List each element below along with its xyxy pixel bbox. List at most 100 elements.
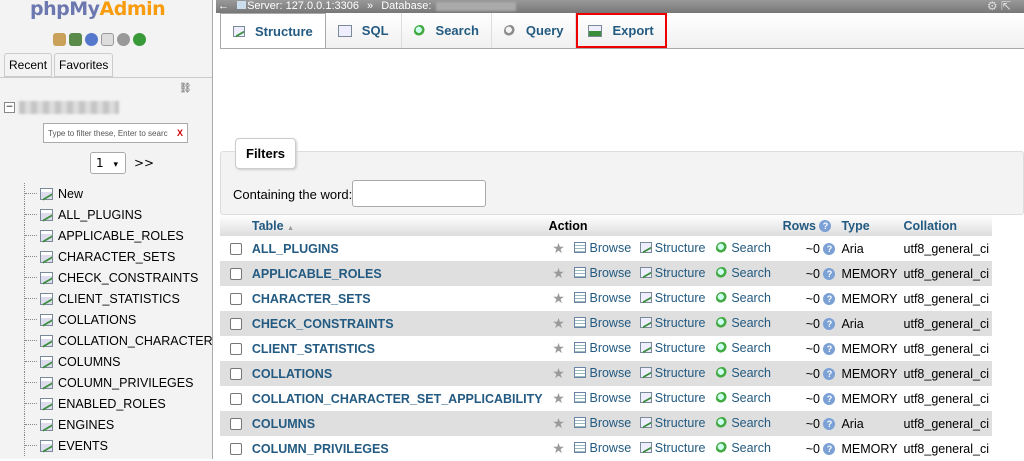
table-name-link[interactable]: CHARACTER_SETS: [252, 292, 371, 306]
tree-item[interactable]: CHARACTER_SETS: [0, 246, 212, 267]
help-icon[interactable]: ?: [823, 268, 836, 281]
star-icon[interactable]: ★: [552, 340, 565, 356]
settings-icon[interactable]: ⚙ ⇱: [987, 0, 1011, 13]
help-icon[interactable]: ?: [819, 220, 832, 233]
table-name-link[interactable]: COLUMN_PRIVILEGES: [252, 442, 389, 456]
table-name-link[interactable]: COLLATION_CHARACTER_SET_APPLICABILITY: [252, 392, 543, 406]
help-icon[interactable]: ?: [823, 293, 836, 306]
row-checkbox[interactable]: [230, 393, 242, 406]
browse-link[interactable]: Browse: [574, 366, 631, 380]
structure-link[interactable]: Structure: [639, 241, 705, 255]
row-checkbox[interactable]: [230, 368, 242, 381]
favorites-tab[interactable]: Favorites: [54, 53, 114, 77]
docs-icon[interactable]: [101, 33, 114, 46]
tree-item[interactable]: COLLATIONS: [0, 309, 212, 330]
row-checkbox[interactable]: [230, 243, 242, 256]
tree-item[interactable]: COLUMNS: [0, 351, 212, 372]
search-link[interactable]: Search: [716, 391, 771, 405]
tree-item[interactable]: ALL_PLUGINS: [0, 204, 212, 225]
header-table[interactable]: Table ▲: [248, 215, 546, 236]
browse-link[interactable]: Browse: [574, 316, 631, 330]
structure-link[interactable]: Structure: [639, 341, 705, 355]
server-link[interactable]: Server: 127.0.0.1:3306: [247, 0, 359, 12]
reload-icon[interactable]: [133, 33, 146, 46]
tab-search[interactable]: Search: [402, 13, 492, 48]
page-select[interactable]: 1 ▾: [90, 152, 126, 174]
tree-item[interactable]: New: [0, 183, 212, 204]
star-icon[interactable]: ★: [552, 440, 565, 456]
star-icon[interactable]: ★: [552, 290, 565, 306]
star-icon[interactable]: ★: [552, 240, 565, 256]
row-checkbox[interactable]: [230, 293, 242, 306]
table-name-link[interactable]: COLUMNS: [252, 417, 315, 431]
phpmyadmin-logo[interactable]: phpMyAdmin: [30, 0, 166, 20]
search-link[interactable]: Search: [716, 341, 771, 355]
help-icon[interactable]: ?: [823, 343, 836, 356]
back-arrow-icon[interactable]: ←: [218, 0, 229, 12]
tree-item[interactable]: APPLICABLE_ROLES: [0, 225, 212, 246]
table-name-link[interactable]: COLLATIONS: [252, 367, 332, 381]
help-icon[interactable]: [85, 33, 98, 46]
browse-link[interactable]: Browse: [574, 266, 631, 280]
tree-item[interactable]: ENGINES: [0, 414, 212, 435]
browse-link[interactable]: Browse: [574, 391, 631, 405]
row-checkbox[interactable]: [230, 318, 242, 331]
star-icon[interactable]: ★: [552, 365, 565, 381]
clear-filter-icon[interactable]: X: [177, 128, 183, 138]
search-link[interactable]: Search: [716, 441, 771, 455]
search-link[interactable]: Search: [716, 316, 771, 330]
collapse-icon[interactable]: −: [4, 102, 15, 113]
structure-link[interactable]: Structure: [639, 366, 705, 380]
browse-link[interactable]: Browse: [574, 441, 631, 455]
help-icon[interactable]: ?: [823, 443, 836, 456]
help-icon[interactable]: ?: [823, 368, 836, 381]
structure-link[interactable]: Structure: [639, 441, 705, 455]
tree-item[interactable]: COLUMN_PRIVILEGES: [0, 372, 212, 393]
home-icon[interactable]: [53, 33, 66, 46]
row-checkbox[interactable]: [230, 418, 242, 431]
help-icon[interactable]: ?: [823, 318, 836, 331]
tree-item[interactable]: CHECK_CONSTRAINTS: [0, 267, 212, 288]
tab-structure[interactable]: Structure: [220, 13, 326, 48]
help-icon[interactable]: ?: [823, 393, 836, 406]
star-icon[interactable]: ★: [552, 315, 565, 331]
gear-icon[interactable]: [117, 33, 130, 46]
header-collation[interactable]: Collation: [900, 215, 992, 236]
search-link[interactable]: Search: [716, 266, 771, 280]
tab-sql[interactable]: SQL: [326, 13, 402, 48]
tab-query[interactable]: Query: [492, 13, 577, 48]
structure-link[interactable]: Structure: [639, 416, 705, 430]
table-name-link[interactable]: APPLICABLE_ROLES: [252, 267, 382, 281]
link-icon[interactable]: ⛓: [179, 83, 192, 94]
search-link[interactable]: Search: [716, 241, 771, 255]
tree-item[interactable]: CLIENT_STATISTICS: [0, 288, 212, 309]
row-checkbox[interactable]: [230, 268, 242, 281]
tree-item[interactable]: COLLATION_CHARACTER_S: [0, 330, 212, 351]
recent-tab[interactable]: Recent: [4, 53, 53, 77]
help-icon[interactable]: ?: [823, 243, 836, 256]
row-checkbox[interactable]: [230, 343, 242, 356]
filter-word-input[interactable]: [352, 180, 486, 207]
database-link[interactable]: Database:: [381, 0, 431, 12]
star-icon[interactable]: ★: [552, 415, 565, 431]
search-link[interactable]: Search: [716, 366, 771, 380]
table-filter-input[interactable]: Type to filter these, Enter to searc X: [43, 123, 188, 143]
star-icon[interactable]: ★: [552, 390, 565, 406]
table-name-link[interactable]: ALL_PLUGINS: [252, 242, 339, 256]
table-name-link[interactable]: CLIENT_STATISTICS: [252, 342, 375, 356]
search-link[interactable]: Search: [716, 291, 771, 305]
star-icon[interactable]: ★: [552, 265, 565, 281]
browse-link[interactable]: Browse: [574, 291, 631, 305]
browse-link[interactable]: Browse: [574, 341, 631, 355]
browse-link[interactable]: Browse: [574, 416, 631, 430]
header-rows[interactable]: Rows ?: [779, 215, 839, 236]
tree-item[interactable]: ENABLED_ROLES: [0, 393, 212, 414]
tree-item[interactable]: EVENTS: [0, 435, 212, 456]
structure-link[interactable]: Structure: [639, 266, 705, 280]
structure-link[interactable]: Structure: [639, 291, 705, 305]
header-type[interactable]: Type: [838, 215, 901, 236]
structure-link[interactable]: Structure: [639, 316, 705, 330]
browse-link[interactable]: Browse: [574, 241, 631, 255]
next-page-link[interactable]: >>: [134, 156, 154, 170]
search-link[interactable]: Search: [716, 416, 771, 430]
